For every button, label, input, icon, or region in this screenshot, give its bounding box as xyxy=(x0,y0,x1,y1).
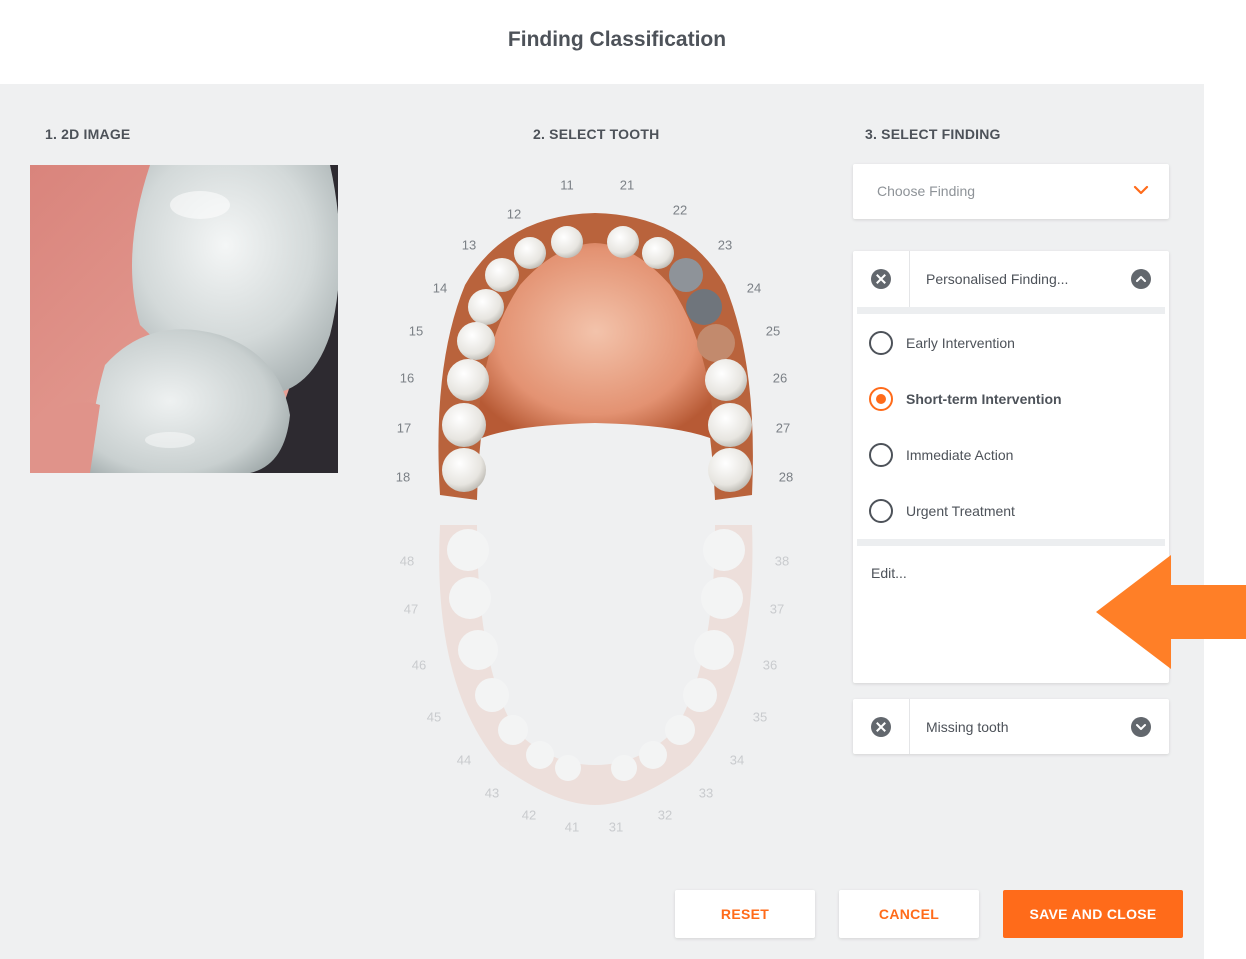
arrow-left-icon xyxy=(1096,555,1246,669)
divider xyxy=(909,699,910,754)
right-margin xyxy=(1204,84,1246,959)
option-short-term-intervention[interactable]: Short-term Intervention xyxy=(869,384,1159,414)
tooth-number-26[interactable]: 26 xyxy=(773,371,787,386)
tooth-number-38[interactable]: 38 xyxy=(775,554,789,569)
tooth-number-33[interactable]: 33 xyxy=(699,786,713,801)
tooth-number-12[interactable]: 12 xyxy=(507,207,521,222)
radio-early-intervention[interactable] xyxy=(869,331,893,355)
radio-immediate-action[interactable] xyxy=(869,443,893,467)
tooth-number-23[interactable]: 23 xyxy=(718,238,732,253)
tooth-number-11[interactable]: 11 xyxy=(560,178,574,193)
option-immediate-action[interactable]: Immediate Action xyxy=(869,440,1159,470)
tooth-number-22[interactable]: 22 xyxy=(673,203,687,218)
tooth-number-28[interactable]: 28 xyxy=(779,470,793,485)
option-urgent-treatment[interactable]: Urgent Treatment xyxy=(869,496,1159,526)
missing-tooth-card[interactable]: Missing tooth xyxy=(853,699,1169,754)
tooth-number-35[interactable]: 35 xyxy=(753,710,767,725)
tooth-number-48[interactable]: 48 xyxy=(400,554,414,569)
tooth-number-18[interactable]: 18 xyxy=(396,470,410,485)
choose-finding-dropdown[interactable]: Choose Finding xyxy=(853,164,1169,219)
option-early-intervention[interactable]: Early Intervention xyxy=(869,328,1159,358)
tooth-number-47[interactable]: 47 xyxy=(404,602,418,617)
chevron-down-icon xyxy=(1133,182,1149,203)
option-label: Early Intervention xyxy=(906,335,1015,351)
tooth-number-46[interactable]: 46 xyxy=(412,658,426,673)
option-label: Urgent Treatment xyxy=(906,503,1015,519)
tooth-number-44[interactable]: 44 xyxy=(457,753,471,768)
tooth-number-37[interactable]: 37 xyxy=(770,602,784,617)
header: Finding Classification xyxy=(0,0,1246,84)
tooth-number-17[interactable]: 17 xyxy=(397,421,411,436)
cancel-button[interactable]: CANCEL xyxy=(839,890,979,938)
tooth-number-14[interactable]: 14 xyxy=(433,281,447,296)
missing-tooth-title: Missing tooth xyxy=(926,719,1009,735)
personalised-finding-header[interactable]: Personalised Finding... xyxy=(853,251,1169,307)
tooth-number-36[interactable]: 36 xyxy=(763,658,777,673)
tooth-number-24[interactable]: 24 xyxy=(747,281,761,296)
tooth-number-16[interactable]: 16 xyxy=(400,371,414,386)
divider-bar xyxy=(857,539,1165,546)
tooth-chart[interactable]: 11 21 12 22 13 23 14 24 15 25 16 26 17 2… xyxy=(380,165,820,845)
personalised-finding-title: Personalised Finding... xyxy=(926,271,1069,287)
tooth-number-15[interactable]: 15 xyxy=(409,324,423,339)
edit-link[interactable]: Edit... xyxy=(871,565,907,581)
close-icon[interactable] xyxy=(871,269,891,289)
tooth-number-43[interactable]: 43 xyxy=(485,786,499,801)
divider xyxy=(909,251,910,307)
reset-button[interactable]: RESET xyxy=(675,890,815,938)
tooth-number-45[interactable]: 45 xyxy=(427,710,441,725)
chevron-up-icon[interactable] xyxy=(1131,269,1151,289)
option-label: Short-term Intervention xyxy=(906,391,1062,407)
tooth-number-31[interactable]: 31 xyxy=(609,820,623,835)
tooth-number-32[interactable]: 32 xyxy=(658,808,672,823)
tooth-number-25[interactable]: 25 xyxy=(766,324,780,339)
chevron-down-icon[interactable] xyxy=(1131,717,1151,737)
tooth-number-41[interactable]: 41 xyxy=(565,820,579,835)
tooth-number-21[interactable]: 21 xyxy=(620,178,634,193)
section-label-image: 1. 2D IMAGE xyxy=(45,126,131,142)
tooth-number-42[interactable]: 42 xyxy=(522,808,536,823)
tooth-number-34[interactable]: 34 xyxy=(730,753,744,768)
radio-short-term-intervention[interactable] xyxy=(869,387,893,411)
tooth-number-13[interactable]: 13 xyxy=(462,238,476,253)
page-title: Finding Classification xyxy=(507,28,727,51)
section-label-tooth: 2. SELECT TOOTH xyxy=(533,126,660,142)
tooth-number-27[interactable]: 27 xyxy=(776,421,790,436)
radio-urgent-treatment[interactable] xyxy=(869,499,893,523)
choose-finding-placeholder: Choose Finding xyxy=(877,183,976,199)
tooth-photo xyxy=(30,165,338,473)
section-label-finding: 3. SELECT FINDING xyxy=(865,126,1001,142)
divider-bar xyxy=(857,307,1165,314)
save-and-close-button[interactable]: SAVE AND CLOSE xyxy=(1003,890,1183,938)
close-icon[interactable] xyxy=(871,717,891,737)
option-label: Immediate Action xyxy=(906,447,1014,463)
